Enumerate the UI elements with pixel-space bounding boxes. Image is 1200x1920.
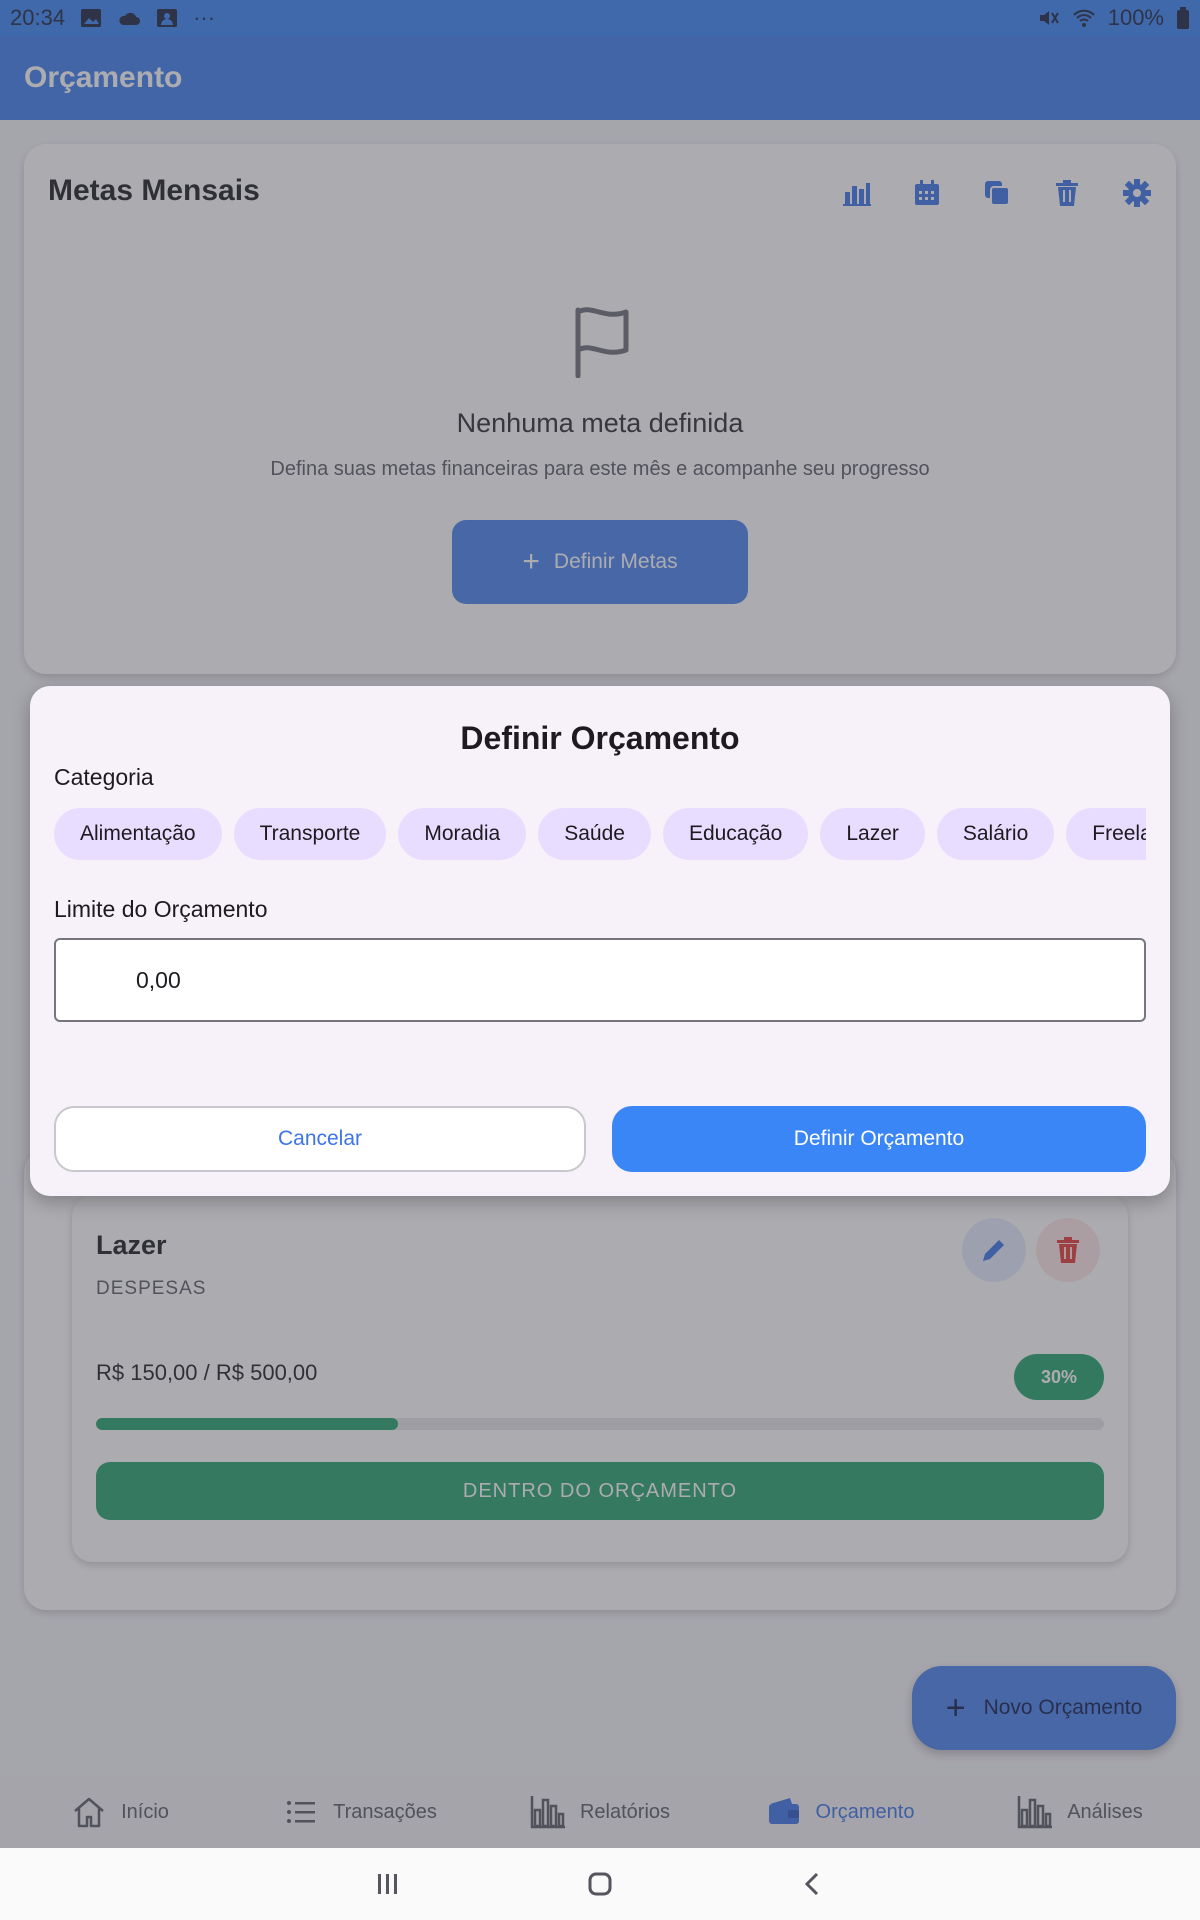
system-nav-bar xyxy=(0,1848,1200,1920)
budget-limit-input[interactable] xyxy=(54,938,1146,1022)
home-button-icon[interactable] xyxy=(585,1869,615,1899)
back-icon[interactable] xyxy=(798,1869,828,1899)
dialog-title: Definir Orçamento xyxy=(460,720,740,756)
category-chip[interactable]: Saúde xyxy=(538,808,651,860)
category-label: Categoria xyxy=(54,764,154,790)
limit-label: Limite do Orçamento xyxy=(54,896,268,922)
recent-apps-icon[interactable] xyxy=(372,1869,402,1899)
category-chip[interactable]: Freelance xyxy=(1066,808,1146,860)
category-chip[interactable]: Lazer xyxy=(820,808,925,860)
define-budget-dialog: Definir Orçamento Categoria Alimentação … xyxy=(30,686,1170,1196)
category-chip[interactable]: Moradia xyxy=(398,808,527,860)
category-chip[interactable]: Transporte xyxy=(233,808,387,860)
category-chip[interactable]: Educação xyxy=(662,808,809,860)
category-chip[interactable]: Alimentação xyxy=(54,808,222,860)
category-chip[interactable]: Salário xyxy=(936,808,1055,860)
category-chips: Alimentação Transporte Moradia Saúde Edu… xyxy=(54,808,1146,860)
confirm-budget-button[interactable]: Definir Orçamento xyxy=(612,1106,1146,1172)
cancel-button[interactable]: Cancelar xyxy=(54,1106,586,1172)
